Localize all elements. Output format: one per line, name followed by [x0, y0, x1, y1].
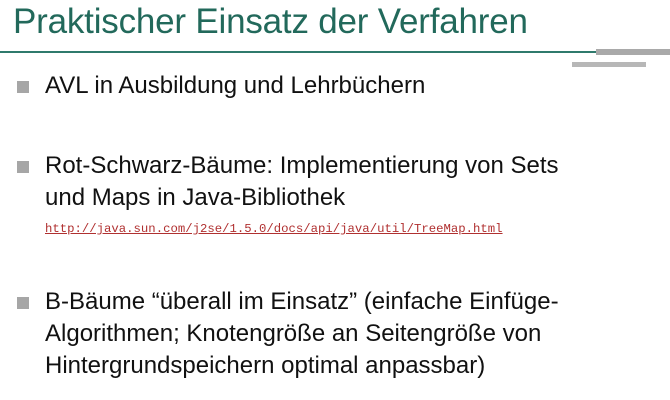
treemap-doc-link[interactable]: http://java.sun.com/j2se/1.5.0/docs/api/… [45, 222, 503, 236]
bullet-text: Algorithmen; Knotengröße an Seitengröße … [45, 320, 542, 347]
title-accent-bar [596, 49, 670, 55]
title-accent-bar-lower [572, 62, 646, 67]
slide-title: Praktischer Einsatz der Verfahren [13, 2, 528, 41]
bullet-text: B-Bäume “überall im Einsatz” (einfache E… [45, 288, 559, 315]
bullet-text: Hintergrundspeichern optimal anpassbar) [45, 352, 486, 379]
bullet-square-icon [17, 161, 29, 173]
bullet-text: Rot-Schwarz-Bäume: Implementierung von S… [45, 152, 559, 179]
title-underline [0, 51, 596, 53]
bullet-text: und Maps in Java-Bibliothek [45, 184, 346, 211]
bullet-square-icon [17, 297, 29, 309]
slide: Praktischer Einsatz der Verfahren AVL in… [0, 0, 670, 400]
bullet-text: AVL in Ausbildung und Lehrbüchern [45, 72, 426, 99]
bullet-square-icon [17, 81, 29, 93]
